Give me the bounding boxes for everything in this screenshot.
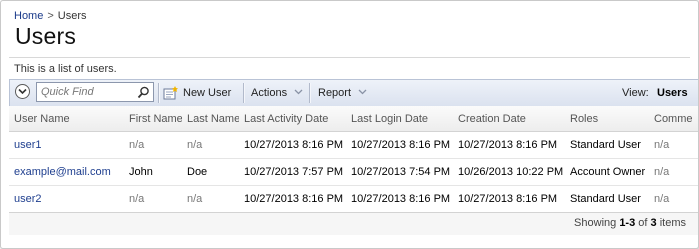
item-total: 3 [650, 217, 657, 229]
new-user-label: New User [183, 87, 232, 99]
breadcrumb: Home > Users [14, 10, 87, 22]
column-header-last-login-date[interactable]: Last Login Date [346, 106, 453, 132]
first-name-cell: n/a [124, 185, 182, 213]
last-name-cell: Doe [182, 158, 239, 186]
of-text: of [638, 217, 648, 229]
first-name-cell: n/a [124, 131, 182, 159]
column-header-first-name[interactable]: First Name [124, 106, 182, 132]
breadcrumb-separator: > [47, 10, 54, 22]
chevron-down-icon [294, 89, 303, 95]
showing-text: Showing [574, 217, 617, 229]
actions-menu-button[interactable] [15, 84, 30, 99]
creation-date-cell: 10/27/2013 8:16 PM [453, 131, 565, 159]
last-activity-date-cell: 10/27/2013 8:16 PM [239, 131, 346, 159]
item-range: 1-3 [619, 217, 636, 229]
user-name-cell[interactable]: user1 [9, 131, 124, 159]
last-name-cell: n/a [182, 131, 239, 159]
actions-label: Actions [251, 87, 288, 99]
last-login-date-cell: 10/27/2013 7:54 PM [346, 158, 453, 186]
comment-cell: n/a [649, 131, 698, 159]
creation-date-cell: 10/27/2013 8:16 PM [453, 185, 565, 213]
toolbar-divider [309, 83, 311, 103]
grid-toolbar: New User Actions Report View: Users [9, 79, 698, 107]
table-row[interactable]: example@mail.com John Doe 10/27/2013 7:5… [9, 158, 698, 186]
breadcrumb-current: Users [57, 10, 87, 22]
last-name-cell: n/a [182, 185, 239, 213]
chevron-down-icon [358, 89, 367, 95]
report-label: Report [318, 87, 352, 99]
report-dropdown[interactable]: Report [318, 80, 367, 106]
quick-find-input[interactable] [41, 84, 136, 100]
users-grid: User Name First Name Last Name Last Acti… [9, 106, 698, 213]
search-icon[interactable] [137, 86, 150, 99]
creation-date-cell: 10/26/2013 10:22 PM [453, 158, 565, 186]
users-page: Home > Users Users This is a list of users… [0, 0, 699, 249]
column-header-last-name[interactable]: Last Name [182, 106, 239, 132]
last-activity-date-cell: 10/27/2013 8:16 PM [239, 185, 346, 213]
toolbar-divider [243, 83, 245, 103]
pager-status: Showing 1-3 of 3 items [574, 217, 686, 229]
comment-cell: n/a [649, 185, 698, 213]
view-label: View: [622, 87, 649, 99]
toolbar-divider [158, 83, 160, 103]
last-login-date-cell: 10/27/2013 8:16 PM [346, 131, 453, 159]
new-user-button[interactable]: New User [163, 80, 231, 106]
table-row[interactable]: user2 n/a n/a 10/27/2013 8:16 PM 10/27/2… [9, 185, 698, 213]
chevron-down-icon [18, 88, 27, 95]
new-record-icon [163, 86, 178, 100]
grid-footer: Showing 1-3 of 3 items [9, 212, 698, 235]
roles-cell: Account Owner [565, 158, 649, 186]
table-row[interactable]: user1 n/a n/a 10/27/2013 8:16 PM 10/27/2… [9, 131, 698, 159]
first-name-cell: John [124, 158, 182, 186]
items-text: items [659, 217, 686, 229]
column-header-roles[interactable]: Roles [565, 106, 649, 132]
actions-dropdown[interactable]: Actions [251, 80, 303, 106]
page-title: Users [15, 23, 77, 49]
column-header-last-activity-date[interactable]: Last Activity Date [239, 106, 346, 132]
user-name-cell[interactable]: user2 [9, 185, 124, 213]
title-divider [9, 57, 690, 58]
column-header-creation-date[interactable]: Creation Date [453, 106, 565, 132]
roles-cell: Standard User [565, 131, 649, 159]
comment-cell: n/a [649, 158, 698, 186]
roles-cell: Standard User [565, 185, 649, 213]
view-selector[interactable]: Users [657, 80, 688, 106]
grid-header-row: User Name First Name Last Name Last Acti… [9, 106, 698, 132]
page-description: This is a list of users. [14, 63, 117, 75]
quick-find-box [36, 82, 154, 102]
breadcrumb-home-link[interactable]: Home [14, 10, 43, 22]
last-login-date-cell: 10/27/2013 8:16 PM [346, 185, 453, 213]
last-activity-date-cell: 10/27/2013 7:57 PM [239, 158, 346, 186]
column-header-comment[interactable]: Comme [649, 106, 698, 132]
column-header-user-name[interactable]: User Name [9, 106, 124, 132]
user-name-cell[interactable]: example@mail.com [9, 158, 124, 186]
